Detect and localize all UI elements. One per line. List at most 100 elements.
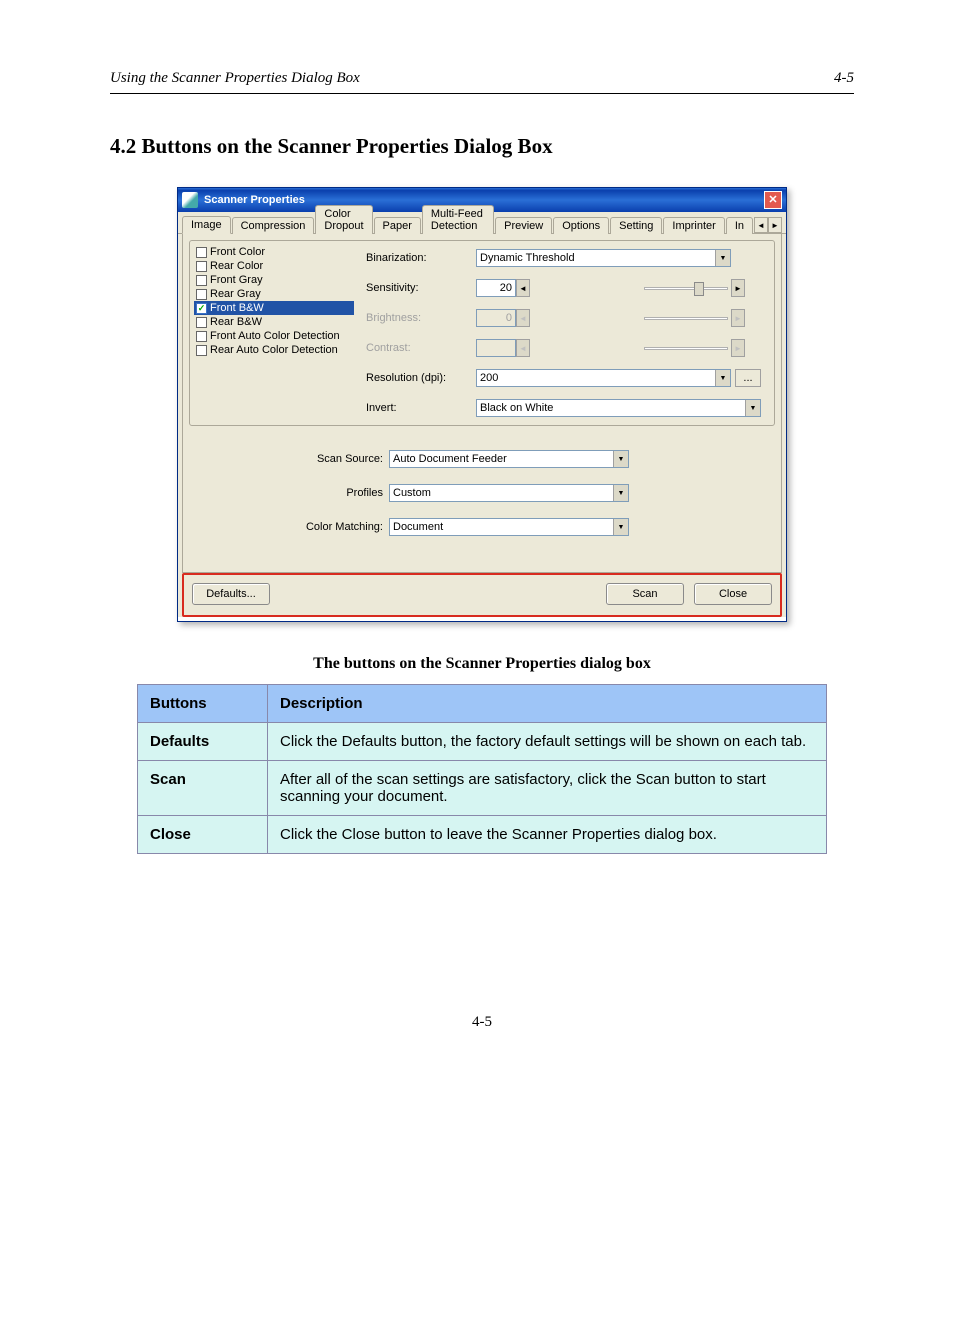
contrast-slider xyxy=(641,339,731,357)
invert-label: Invert: xyxy=(366,402,476,414)
sensitivity-value: 20 xyxy=(476,279,516,297)
close-icon[interactable]: ✕ xyxy=(764,191,782,209)
profiles-label: Profiles xyxy=(189,487,389,499)
resolution-select[interactable]: 200 ▼ xyxy=(476,369,731,387)
table-row-desc: After all of the scan settings are satis… xyxy=(268,761,827,816)
brightness-decrement: ◄ xyxy=(516,309,530,327)
tab-image[interactable]: Image xyxy=(182,216,231,234)
scan-button[interactable]: Scan xyxy=(606,583,684,605)
chevron-down-icon[interactable]: ▼ xyxy=(715,250,730,266)
contrast-label: Contrast: xyxy=(366,342,476,354)
table-row-desc: Click the Defaults button, the factory d… xyxy=(268,723,827,761)
checkbox-front-auto-color[interactable] xyxy=(196,331,207,342)
table-row-desc: Click the Close button to leave the Scan… xyxy=(268,816,827,854)
tab-preview[interactable]: Preview xyxy=(495,217,552,234)
color-matching-value: Document xyxy=(393,521,443,533)
checkbox-front-color[interactable] xyxy=(196,247,207,258)
close-button[interactable]: Close xyxy=(694,583,772,605)
color-matching-label: Color Matching: xyxy=(189,521,389,533)
invert-select[interactable]: Black on White ▼ xyxy=(476,399,761,417)
side-selection-list: Front Color Rear Color Front Gray Rear G… xyxy=(194,245,354,421)
list-item-label: Front Gray xyxy=(210,274,263,286)
list-item[interactable]: Rear B&W xyxy=(194,315,354,329)
profiles-value: Custom xyxy=(393,487,431,499)
checkbox-rear-auto-color[interactable] xyxy=(196,345,207,356)
sensitivity-label: Sensitivity: xyxy=(366,282,476,294)
tab-strip: Image Compression Color Dropout Paper Mu… xyxy=(178,212,786,234)
list-item-label: Front Color xyxy=(210,246,265,258)
contrast-value xyxy=(476,339,516,357)
contrast-increment: ► xyxy=(731,339,745,357)
chevron-down-icon[interactable]: ▼ xyxy=(613,519,628,535)
list-item[interactable]: Rear Color xyxy=(194,259,354,273)
invert-value: Black on White xyxy=(480,402,553,414)
doc-header-left: Using the Scanner Properties Dialog Box xyxy=(110,70,360,87)
list-item-label: Front B&W xyxy=(210,302,264,314)
table-header-description: Description xyxy=(268,685,827,723)
tab-options[interactable]: Options xyxy=(553,217,609,234)
tab-setting[interactable]: Setting xyxy=(610,217,662,234)
color-matching-select[interactable]: Document ▼ xyxy=(389,518,629,536)
scan-source-value: Auto Document Feeder xyxy=(393,453,507,465)
list-item[interactable]: Front B&W xyxy=(194,301,354,315)
app-icon xyxy=(182,192,198,208)
binarization-value: Dynamic Threshold xyxy=(480,252,575,264)
table-row-label: Defaults xyxy=(138,723,268,761)
chevron-down-icon[interactable]: ▼ xyxy=(745,400,760,416)
resolution-value: 200 xyxy=(480,372,498,384)
tab-compression[interactable]: Compression xyxy=(232,217,315,234)
scan-source-select[interactable]: Auto Document Feeder ▼ xyxy=(389,450,629,468)
sensitivity-decrement[interactable]: ◄ xyxy=(516,279,530,297)
defaults-button[interactable]: Defaults... xyxy=(192,583,270,605)
buttons-description-table: Buttons Description Defaults Click the D… xyxy=(137,684,827,854)
list-item[interactable]: Rear Auto Color Detection xyxy=(194,343,354,357)
scanner-properties-window: Scanner Properties ✕ Image Compression C… xyxy=(177,187,787,622)
profiles-select[interactable]: Custom ▼ xyxy=(389,484,629,502)
chevron-down-icon[interactable]: ▼ xyxy=(613,451,628,467)
checkbox-rear-bw[interactable] xyxy=(196,317,207,328)
figure-caption: The buttons on the Scanner Properties di… xyxy=(110,652,854,676)
list-item-label: Rear Gray xyxy=(210,288,261,300)
table-header-buttons: Buttons xyxy=(138,685,268,723)
checkbox-front-gray[interactable] xyxy=(196,275,207,286)
tab-multi-feed[interactable]: Multi-Feed Detection xyxy=(422,205,494,234)
brightness-slider xyxy=(641,309,731,327)
tab-scroll-right-icon[interactable]: ► xyxy=(768,217,782,233)
tab-imprinter[interactable]: Imprinter xyxy=(663,217,724,234)
resolution-more-button[interactable]: ... xyxy=(735,369,761,387)
slider-thumb[interactable] xyxy=(694,282,704,296)
chevron-down-icon[interactable]: ▼ xyxy=(613,485,628,501)
tab-color-dropout[interactable]: Color Dropout xyxy=(315,205,372,234)
binarization-label: Binarization: xyxy=(366,252,476,264)
image-tab-panel: Front Color Rear Color Front Gray Rear G… xyxy=(182,234,782,573)
list-item[interactable]: Front Color xyxy=(194,245,354,259)
tab-overflow[interactable]: In xyxy=(726,217,753,234)
list-item-label: Front Auto Color Detection xyxy=(210,330,340,342)
tab-scroll-left-icon[interactable]: ◄ xyxy=(754,217,768,233)
list-item[interactable]: Front Gray xyxy=(194,273,354,287)
resolution-label: Resolution (dpi): xyxy=(366,372,476,384)
sensitivity-increment[interactable]: ► xyxy=(731,279,745,297)
list-item-label: Rear Color xyxy=(210,260,263,272)
chevron-down-icon[interactable]: ▼ xyxy=(715,370,730,386)
list-item[interactable]: Front Auto Color Detection xyxy=(194,329,354,343)
table-row-label: Scan xyxy=(138,761,268,816)
checkbox-front-bw[interactable] xyxy=(196,303,207,314)
contrast-decrement: ◄ xyxy=(516,339,530,357)
binarization-select[interactable]: Dynamic Threshold ▼ xyxy=(476,249,731,267)
checkbox-rear-gray[interactable] xyxy=(196,289,207,300)
tab-paper[interactable]: Paper xyxy=(374,217,421,234)
brightness-increment: ► xyxy=(731,309,745,327)
brightness-label: Brightness: xyxy=(366,312,476,324)
sensitivity-slider[interactable] xyxy=(641,279,731,297)
list-item-label: Rear Auto Color Detection xyxy=(210,344,338,356)
page-footer: 4-5 xyxy=(110,1014,854,1031)
section-heading: 4.2 Buttons on the Scanner Properties Di… xyxy=(110,134,854,159)
list-item-label: Rear B&W xyxy=(210,316,262,328)
header-rule xyxy=(110,93,854,94)
brightness-value: 0 xyxy=(476,309,516,327)
dialog-button-row: Defaults... Scan Close xyxy=(182,573,782,617)
list-item[interactable]: Rear Gray xyxy=(194,287,354,301)
table-row-label: Close xyxy=(138,816,268,854)
checkbox-rear-color[interactable] xyxy=(196,261,207,272)
